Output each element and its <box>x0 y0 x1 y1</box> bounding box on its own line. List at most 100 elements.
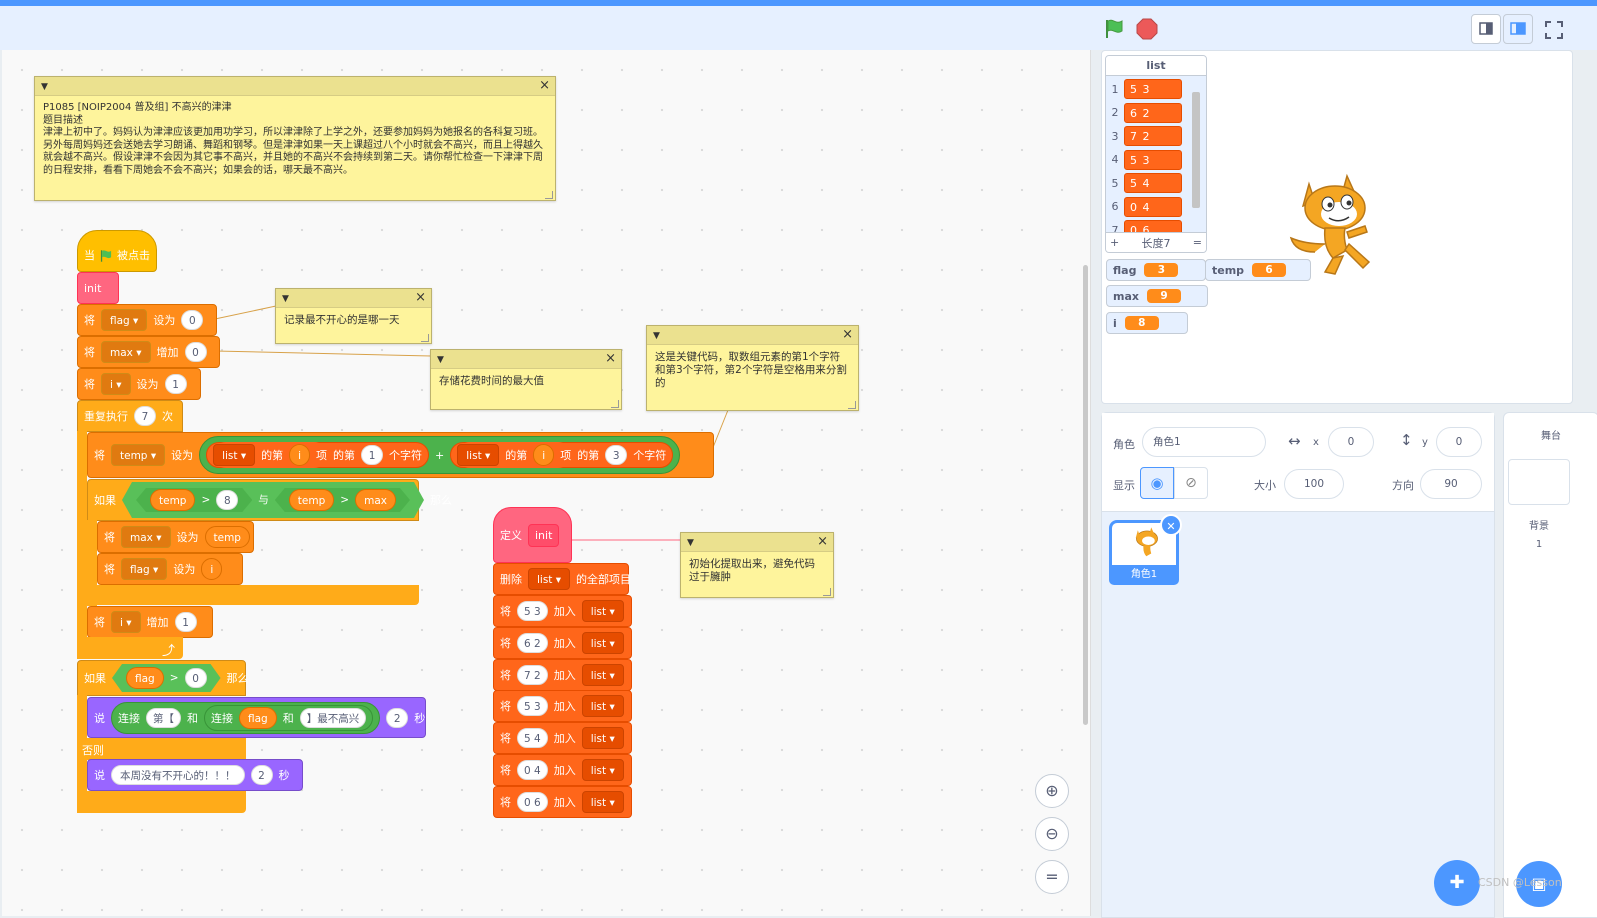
value-input[interactable]: 0 6 <box>517 791 548 812</box>
list-monitor[interactable]: list 15 326 237 245 355 460 470 6 + 长度7 … <box>1105 55 1207 253</box>
text-input[interactable]: 第【 <box>146 707 181 728</box>
fullscreen-icon[interactable] <box>1542 18 1566 42</box>
x-input[interactable]: 0 <box>1328 427 1374 457</box>
value-input[interactable]: 1 <box>164 374 187 394</box>
zoom-out-icon[interactable]: ⊖ <box>1035 817 1069 851</box>
close-icon[interactable]: × <box>539 78 550 93</box>
list-row-value[interactable]: 5 4 <box>1124 173 1182 193</box>
resize-handle[interactable] <box>848 401 856 409</box>
show-hidden-eye-icon[interactable]: ⊘ <box>1174 467 1208 499</box>
delete-all-block[interactable]: 删除 list ▾ 的全部项目 <box>493 563 631 595</box>
show-visible-eye-icon[interactable]: ◉ <box>1140 467 1174 499</box>
value-input[interactable]: 1 <box>174 612 197 632</box>
add-to-list-block[interactable]: 将 0 4 加入 list ▾ <box>493 754 632 786</box>
say-join-block[interactable]: 说 连接 第【 和 连接 flag 和 】最不高兴 2 秒 <box>87 697 426 738</box>
letter-of-reporter[interactable]: list ▾ 的第 i 项 的第 3 个字符 <box>450 442 674 468</box>
value-input[interactable]: 5 3 <box>517 601 548 621</box>
small-stage-button[interactable] <box>1471 14 1501 44</box>
max-monitor[interactable]: max 9 <box>1106 285 1208 307</box>
close-icon[interactable]: × <box>842 327 853 342</box>
value-input[interactable]: 7 2 <box>517 664 548 685</box>
list-row-value[interactable]: 5 3 <box>1124 79 1182 99</box>
init-call-block[interactable]: init <box>77 272 119 304</box>
add-to-list-block[interactable]: 将 5 3 加入 list ▾ <box>493 690 632 723</box>
resize-handle[interactable] <box>611 400 619 408</box>
list-dropdown[interactable]: list ▾ <box>457 444 500 466</box>
cat-sprite-icon[interactable] <box>1285 172 1385 280</box>
value-input[interactable]: 6 2 <box>517 632 548 653</box>
init-comment[interactable]: ▼ × 初始化提取出来，避免代码过于臃肿 <box>680 532 834 598</box>
seconds-input[interactable]: 2 <box>386 707 409 728</box>
value-input[interactable]: 0 <box>184 342 207 362</box>
add-to-list-block[interactable]: 将 0 6 加入 list ▾ <box>493 785 632 818</box>
flag-dropdown[interactable]: flag ▾ <box>121 558 168 580</box>
set-temp-block[interactable]: 将 temp ▾ 设为 list ▾ 的第 i 项 的第 1 个字符 + lis… <box>87 432 714 478</box>
close-icon[interactable]: × <box>605 351 616 366</box>
add-to-list-block[interactable]: 将 5 3 加入 list ▾ <box>493 595 632 627</box>
if-else-block[interactable]: 如果 flag > 0 那么 <box>77 660 249 696</box>
size-input[interactable]: 100 <box>1284 469 1344 499</box>
direction-input[interactable]: 90 <box>1420 469 1482 499</box>
set-flag-i-block[interactable]: 将 flag ▾ 设为 i <box>97 553 243 585</box>
flag-comment[interactable]: ▼ × 记录最不开心的是哪一天 <box>275 288 432 344</box>
list-dropdown[interactable]: list ▾ <box>581 663 624 686</box>
problem-comment[interactable]: ▼ × P1085 [NOIP2004 普及组] 不高兴的津津 题目描述 津津上初… <box>34 76 556 201</box>
set-i-block[interactable]: 将 i ▾ 设为 1 <box>77 368 201 400</box>
repeat-block[interactable]: 重复执行 7 次 <box>77 400 183 432</box>
set-max-block[interactable]: 将 max ▾ 设为 temp <box>97 521 254 553</box>
list-dropdown[interactable]: list ▾ <box>581 790 624 813</box>
flag-reporter[interactable]: flag <box>239 706 277 729</box>
max-dropdown[interactable]: max ▾ <box>101 341 151 363</box>
i-reporter[interactable]: i <box>533 444 555 466</box>
char-index-input[interactable]: 1 <box>361 445 384 465</box>
list-dropdown[interactable]: list ▾ <box>213 444 256 466</box>
say-block[interactable]: 说 本周没有不开心的！！！ 2 秒 <box>87 759 303 791</box>
seconds-input[interactable]: 2 <box>250 765 273 785</box>
hat-block[interactable]: 当 被点击 <box>77 230 157 272</box>
sprite-name-input[interactable]: 角色1 <box>1142 427 1266 457</box>
resize-handle[interactable] <box>823 588 831 596</box>
flag-reporter[interactable]: flag <box>126 667 164 689</box>
collapse-icon[interactable]: ▼ <box>437 355 444 365</box>
join-reporter[interactable]: 连接 第【 和 连接 flag 和 】最不高兴 <box>111 701 381 734</box>
flag-monitor[interactable]: flag 3 <box>1106 259 1206 281</box>
list-dropdown[interactable]: list ▾ <box>581 759 624 781</box>
value-input[interactable]: 5 4 <box>517 728 548 749</box>
resize-handle[interactable] <box>545 191 553 199</box>
zoom-reset-icon[interactable]: = <box>1035 860 1069 894</box>
char-index-input[interactable]: 3 <box>605 445 628 465</box>
add-sprite-icon[interactable]: ✚ <box>1434 860 1480 906</box>
gt-condition[interactable]: flag > 0 <box>112 664 221 692</box>
list-dropdown[interactable]: list ▾ <box>581 695 624 718</box>
gt-condition[interactable]: temp > 8 <box>136 488 252 512</box>
i-monitor[interactable]: i 8 <box>1106 312 1188 334</box>
list-add-button[interactable]: + <box>1110 236 1119 249</box>
join-reporter[interactable]: list ▾ 的第 i 项 的第 1 个字符 + list ▾ 的第 i 项 的… <box>199 436 681 474</box>
if-block[interactable]: 如果 temp > 8 与 temp > max 那么 <box>87 479 452 521</box>
max-dropdown[interactable]: max ▾ <box>121 526 171 548</box>
letter-of-reporter[interactable]: list ▾ 的第 i 项 的第 1 个字符 <box>206 442 430 468</box>
i-dropdown[interactable]: i ▾ <box>111 611 141 633</box>
list-dropdown[interactable]: list ▾ <box>581 727 624 750</box>
join-reporter[interactable]: 连接 flag 和 】最不高兴 <box>204 704 374 731</box>
list-row-value[interactable]: 7 2 <box>1124 126 1182 146</box>
value-input[interactable]: 8 <box>216 490 238 510</box>
text-input[interactable]: 本周没有不开心的！！！ <box>111 765 245 785</box>
define-name[interactable]: init <box>528 523 560 547</box>
delete-sprite-icon[interactable]: ✕ <box>1160 514 1182 536</box>
item-of-list-reporter[interactable]: list ▾ 的第 i 项 <box>457 442 572 468</box>
list-scrollbar[interactable] <box>1192 92 1200 208</box>
list-dropdown[interactable]: list ▾ <box>581 631 624 654</box>
resize-handle[interactable] <box>421 334 429 342</box>
list-row-value[interactable]: 0 4 <box>1124 196 1182 217</box>
max-comment[interactable]: ▼ × 存储花费时间的最大值 <box>430 349 622 410</box>
list-row-value[interactable]: 6 2 <box>1124 102 1182 123</box>
workspace-scrollbar[interactable] <box>1083 265 1088 725</box>
change-i-block[interactable]: 将 i ▾ 增加 1 <box>87 606 213 638</box>
i-dropdown[interactable]: i ▾ <box>101 373 131 395</box>
stage-selector-panel[interactable]: 舞台 背景 1 ▣ <box>1503 412 1597 918</box>
list-dropdown[interactable]: list ▾ <box>581 600 624 622</box>
change-max-block[interactable]: 将 max ▾ 增加 0 <box>77 336 220 368</box>
add-to-list-block[interactable]: 将 7 2 加入 list ▾ <box>493 658 632 691</box>
i-reporter[interactable]: i <box>201 558 223 580</box>
